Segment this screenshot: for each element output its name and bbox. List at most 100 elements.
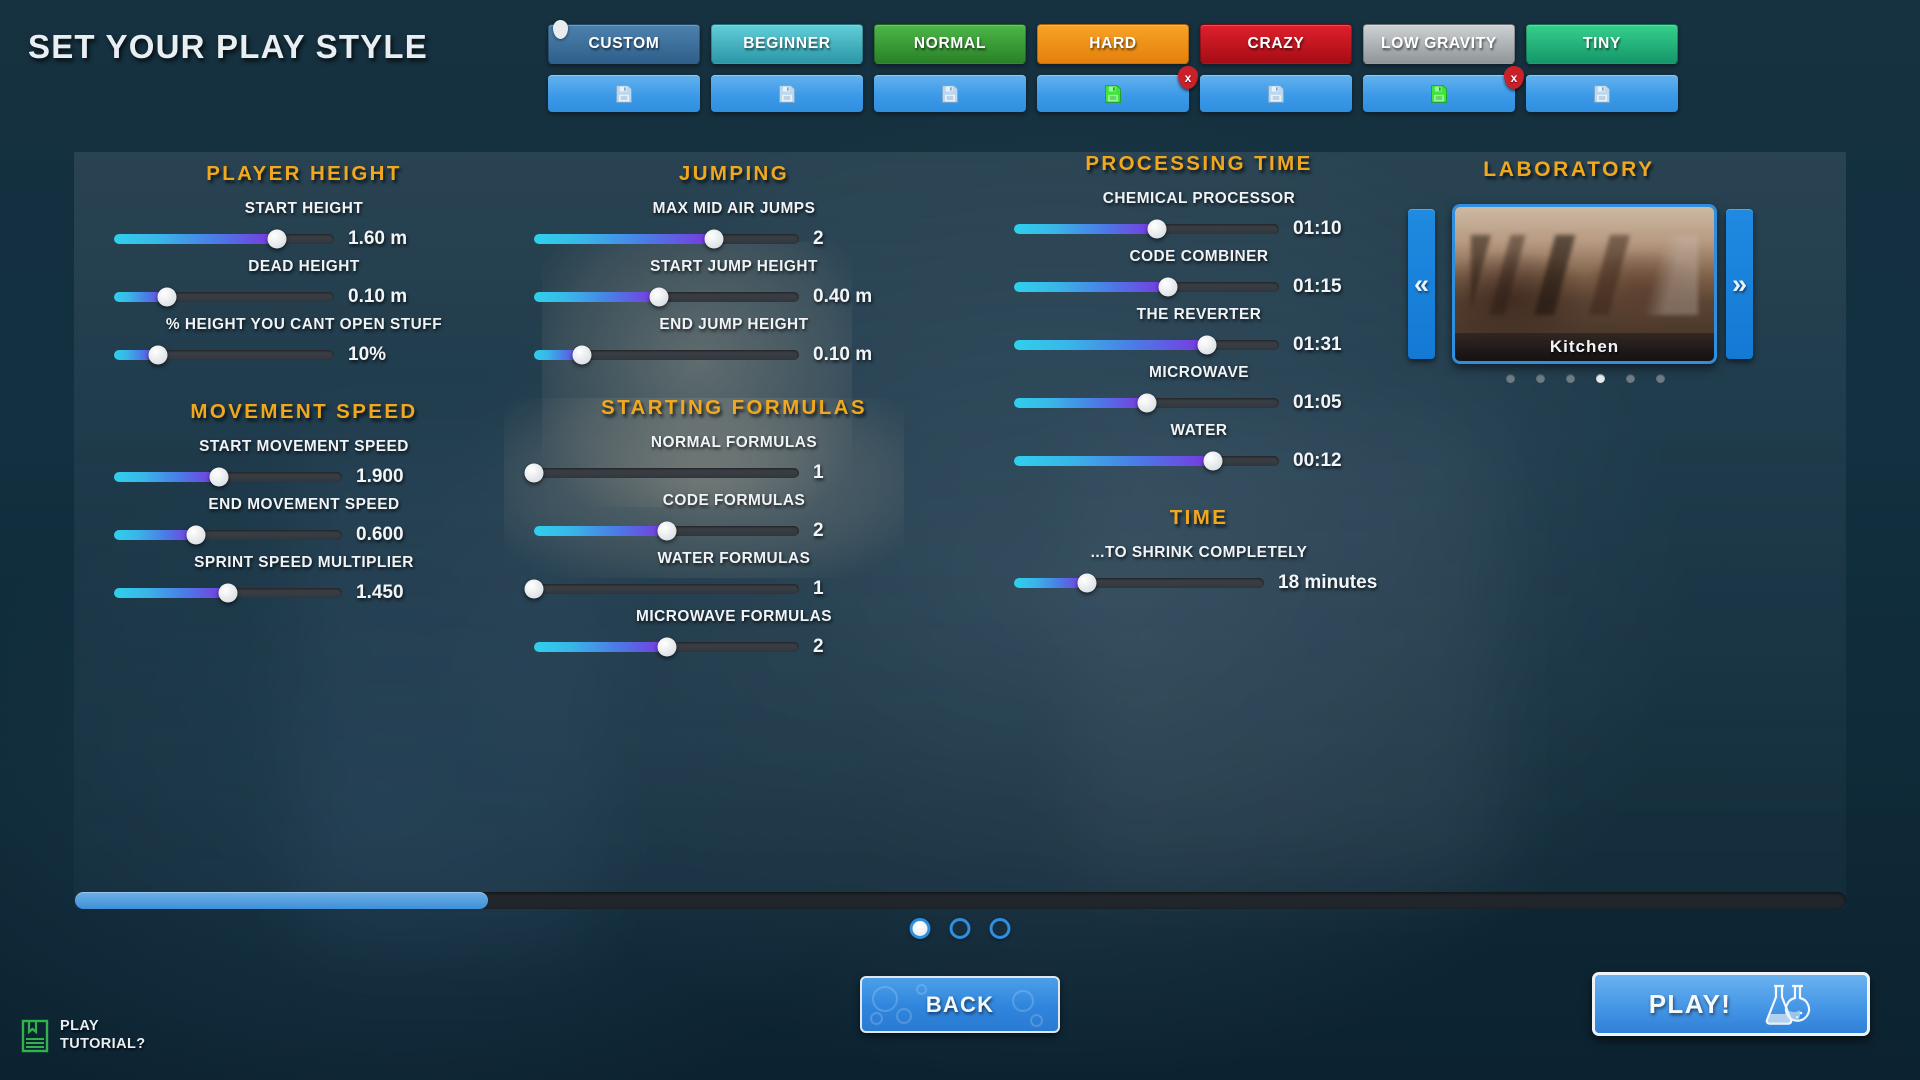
floppy-disk-icon xyxy=(1431,84,1447,103)
slider-row-the-reverter: 01:31 xyxy=(1014,334,1384,356)
slider-value-end-jump-height: 0.10 m xyxy=(813,344,873,365)
slider-row-water: 00:12 xyxy=(1014,450,1384,472)
preset-button-crazy[interactable]: CRAZY xyxy=(1200,24,1352,64)
slider-row-code-combiner: 01:15 xyxy=(1014,276,1384,298)
slider-track-shrink-completely[interactable] xyxy=(1014,573,1264,593)
slider-track-start-jump-height[interactable] xyxy=(534,287,799,307)
slider-row-start-movement-speed: 1.900 xyxy=(114,466,494,488)
preset-save-button-normal[interactable] xyxy=(874,75,1026,112)
floppy-disk-icon xyxy=(1268,84,1284,103)
back-button[interactable]: BACK xyxy=(860,976,1060,1033)
slider-label-microwave: MICROWAVE xyxy=(1149,364,1249,381)
laboratory-dot-2[interactable] xyxy=(1536,374,1545,383)
slider-track-end-movement-speed[interactable] xyxy=(114,525,342,545)
progress-bar[interactable] xyxy=(75,892,1846,909)
laboratory-next-button[interactable]: » xyxy=(1726,209,1753,359)
chevron-left-double-icon: « xyxy=(1413,268,1430,299)
slider-value-max-mid-air-jumps: 2 xyxy=(813,228,824,249)
column-player-height: PLAYER HEIGHT START HEIGHT 1.60 m DEAD H… xyxy=(114,162,494,612)
laboratory-dot-3[interactable] xyxy=(1566,374,1575,383)
slider-track-start-height[interactable] xyxy=(114,229,334,249)
floppy-disk-icon xyxy=(779,84,795,103)
slider-track-water[interactable] xyxy=(1014,451,1279,471)
slider-track-end-jump-height[interactable] xyxy=(534,345,799,365)
preset-save-button-custom[interactable] xyxy=(548,75,700,112)
preset-save-button-low-gravity[interactable]: x xyxy=(1363,66,1524,112)
preset-button-low-gravity[interactable]: LOW GRAVITY xyxy=(1363,24,1515,64)
slider-label-start-height: START HEIGHT xyxy=(244,200,364,217)
preset-save-button-crazy[interactable] xyxy=(1200,75,1352,112)
slider-label-code-formulas: CODE FORMULAS xyxy=(662,492,806,509)
slider-track-start-movement-speed[interactable] xyxy=(114,467,342,487)
slider-row-end-movement-speed: 0.600 xyxy=(114,524,494,546)
preset-label: BEGINNER xyxy=(743,35,831,52)
preset-save-button-tiny[interactable] xyxy=(1526,75,1678,112)
slider-value-start-movement-speed: 1.900 xyxy=(356,466,404,487)
preset-save-button-hard[interactable]: x xyxy=(1037,66,1198,112)
preset-button-normal[interactable]: NORMAL xyxy=(874,24,1026,64)
tutorial-line-1: PLAY xyxy=(60,1018,99,1034)
preset-column-low-gravity: LOW GRAVITY x xyxy=(1363,24,1524,112)
slider-row-dead-height: 0.10 m xyxy=(114,286,494,308)
preset-delete-badge-low-gravity[interactable]: x xyxy=(1504,66,1524,89)
laboratory-preview[interactable]: Kitchen xyxy=(1452,204,1717,364)
section-title-time: TIME xyxy=(1169,506,1229,529)
slider-track-microwave[interactable] xyxy=(1014,393,1279,413)
slider-label-normal-formulas: NORMAL FORMULAS xyxy=(650,434,818,451)
play-button[interactable]: PLAY! xyxy=(1592,972,1870,1036)
slider-value-code-combiner: 01:15 xyxy=(1293,276,1342,297)
preset-delete-badge-hard[interactable]: x xyxy=(1178,66,1198,89)
slider-track-the-reverter[interactable] xyxy=(1014,335,1279,355)
slider-track-microwave-formulas[interactable] xyxy=(534,637,799,657)
laboratory-dot-4[interactable] xyxy=(1596,374,1605,383)
preset-button-beginner[interactable]: BEGINNER xyxy=(711,24,863,64)
slider-track-dead-height[interactable] xyxy=(114,287,334,307)
page-title: SET YOUR PLAY STYLE xyxy=(28,28,428,65)
preset-save-button-beginner[interactable] xyxy=(711,75,863,112)
laboratory-dot-1[interactable] xyxy=(1506,374,1515,383)
slider-row-start-height: 1.60 m xyxy=(114,228,494,250)
preset-button-hard[interactable]: HARD xyxy=(1037,24,1189,64)
slider-row-height-cant-open: 10% xyxy=(114,344,494,366)
preset-button-custom[interactable]: CUSTOM xyxy=(548,20,700,64)
preset-button-tiny[interactable]: TINY xyxy=(1526,24,1678,64)
column-processing-time: PROCESSING TIME CHEMICAL PROCESSOR 01:10… xyxy=(1014,152,1384,602)
preset-column-hard: HARD x xyxy=(1037,24,1198,112)
slider-track-water-formulas[interactable] xyxy=(524,579,799,599)
floppy-disk-icon xyxy=(1594,84,1610,103)
section-title-processing-time: PROCESSING TIME xyxy=(1085,152,1313,175)
floppy-disk-icon xyxy=(616,84,632,103)
slider-label-start-movement-speed: START MOVEMENT SPEED xyxy=(199,438,409,455)
slider-label-microwave-formulas: MICROWAVE FORMULAS xyxy=(636,608,832,625)
slider-row-sprint-speed-multiplier: 1.450 xyxy=(114,582,494,604)
laboratory-dot-6[interactable] xyxy=(1656,374,1665,383)
slider-label-end-jump-height: END JUMP HEIGHT xyxy=(659,316,809,333)
page-dot-3[interactable] xyxy=(989,918,1011,939)
slider-track-code-combiner[interactable] xyxy=(1014,277,1279,297)
laboratory-title: LABORATORY xyxy=(1483,158,1655,181)
tutorial-text: PLAY TUTORIAL? xyxy=(60,1018,146,1053)
slider-value-height-cant-open: 10% xyxy=(348,344,387,365)
slider-value-sprint-speed-multiplier: 1.450 xyxy=(356,582,404,603)
slider-row-normal-formulas: 1 xyxy=(524,462,934,484)
page-dot-2[interactable] xyxy=(949,918,971,939)
laboratory-dot-5[interactable] xyxy=(1626,374,1635,383)
laboratory-prev-button[interactable]: « xyxy=(1408,209,1435,359)
preset-column-beginner: BEGINNER xyxy=(711,24,863,112)
slider-row-microwave: 01:05 xyxy=(1014,392,1384,414)
slider-track-sprint-speed-multiplier[interactable] xyxy=(114,583,342,603)
slider-track-code-formulas[interactable] xyxy=(534,521,799,541)
play-tutorial-link[interactable]: PLAY TUTORIAL? xyxy=(20,1018,146,1053)
slider-track-height-cant-open[interactable] xyxy=(114,345,334,365)
slider-label-water: WATER xyxy=(1170,422,1228,439)
preset-label: TINY xyxy=(1582,35,1622,52)
slider-track-chemical-processor[interactable] xyxy=(1014,219,1279,239)
page-dot-1[interactable] xyxy=(909,918,931,939)
chevron-right-double-icon: » xyxy=(1731,268,1748,299)
slider-row-chemical-processor: 01:10 xyxy=(1014,218,1384,240)
slider-label-end-movement-speed: END MOVEMENT SPEED xyxy=(208,496,400,513)
slider-value-start-height: 1.60 m xyxy=(348,228,408,249)
slider-track-max-mid-air-jumps[interactable] xyxy=(534,229,799,249)
slider-label-max-mid-air-jumps: MAX MID AIR JUMPS xyxy=(652,200,816,217)
slider-track-normal-formulas[interactable] xyxy=(524,463,799,483)
